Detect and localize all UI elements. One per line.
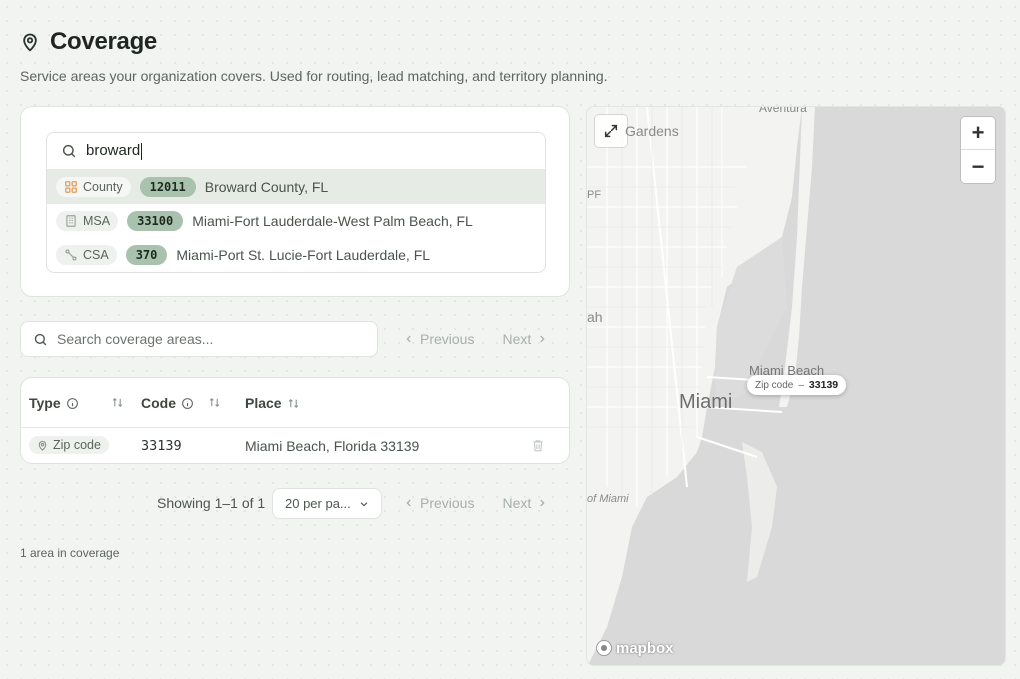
- sort-icon[interactable]: [208, 396, 221, 409]
- mapbox-logo: mapbox: [595, 639, 674, 657]
- column-place[interactable]: Place: [245, 395, 300, 411]
- mapbox-icon: [596, 640, 612, 656]
- zip-code-badge: Zip code: [29, 436, 109, 454]
- trash-icon[interactable]: [531, 438, 545, 453]
- marker-type: Zip code: [755, 379, 794, 391]
- area-search-combobox: broward County 12011 Broward County, FL …: [46, 132, 546, 273]
- page-title: Coverage: [50, 28, 157, 55]
- page-subtitle: Service areas your organization covers. …: [20, 68, 608, 84]
- marker-separator: –: [798, 379, 804, 391]
- search-icon: [62, 144, 76, 158]
- type-badge: CSA: [56, 245, 117, 265]
- chevron-right-icon: [540, 499, 545, 507]
- text-caret: [141, 142, 143, 160]
- column-code[interactable]: Code: [141, 395, 194, 411]
- next-button[interactable]: Next: [502, 495, 547, 511]
- sort-icon: [288, 398, 298, 408]
- search-result-msa[interactable]: MSA 33100 Miami-Fort Lauderdale-West Pal…: [47, 204, 545, 238]
- code-badge: 370: [125, 245, 168, 265]
- code-badge: 33100: [127, 211, 184, 231]
- search-icon: [34, 333, 47, 345]
- zoom-in-button[interactable]: +: [961, 117, 995, 150]
- info-icon: [66, 397, 78, 409]
- top-pagination: Previous Next: [404, 331, 547, 347]
- area-search-card: broward County 12011 Broward County, FL …: [20, 106, 570, 297]
- search-result-county[interactable]: County 12011 Broward County, FL: [47, 170, 545, 204]
- previous-button[interactable]: Previous: [404, 331, 474, 347]
- type-label: CSA: [83, 248, 109, 262]
- showing-text: Showing 1–1 of 1: [157, 495, 266, 511]
- info-icon: [182, 397, 193, 409]
- next-label: Next: [502, 495, 532, 511]
- page-header: Coverage: [20, 28, 157, 56]
- result-label: Miami-Port St. Lucie-Fort Lauderdale, FL: [176, 247, 431, 263]
- map-label-ah: ah: [587, 309, 603, 325]
- grid-icon: [65, 181, 77, 193]
- route-icon: [65, 249, 77, 261]
- marker-code: 33139: [808, 379, 839, 391]
- per-page-value: 20 per pa...: [285, 496, 351, 511]
- type-cell: Zip code: [29, 436, 109, 454]
- type-value: Zip code: [53, 438, 101, 452]
- previous-label: Previous: [420, 331, 475, 347]
- zip-code-marker[interactable]: Zip code – 33139: [747, 375, 847, 395]
- per-page-select[interactable]: 20 per pa...: [272, 488, 382, 519]
- map-label-pf: PF: [587, 189, 602, 201]
- table-header: Type Code Place: [21, 378, 569, 428]
- coverage-table: Type Code Place Zip code 33139 Miami Bea…: [20, 377, 570, 464]
- code-cell: 33139: [141, 438, 182, 454]
- chevron-right-icon: [540, 335, 545, 343]
- code-badge: 12011: [139, 177, 196, 197]
- type-badge: MSA: [56, 211, 119, 231]
- type-badge: County: [56, 177, 131, 197]
- bottom-pagination: Previous Next: [404, 495, 547, 511]
- coverage-search-field[interactable]: [20, 321, 378, 357]
- map-label-aventura: Aventura: [759, 106, 807, 115]
- zoom-out-button[interactable]: −: [961, 150, 995, 183]
- fullscreen-button[interactable]: [595, 115, 627, 147]
- previous-button[interactable]: Previous: [404, 495, 474, 511]
- map-label-miami: Miami: [679, 391, 733, 413]
- mapbox-attribution: mapbox: [616, 639, 674, 657]
- chevron-left-icon: [406, 335, 411, 343]
- table-row[interactable]: Zip code 33139 Miami Beach, Florida 3313…: [21, 428, 569, 463]
- type-label: MSA: [83, 214, 111, 228]
- chevron-left-icon: [406, 499, 411, 507]
- column-type-label: Type: [29, 395, 61, 411]
- building-icon: [66, 215, 76, 227]
- coverage-map[interactable]: + − Aventura Gardens PF ah Miami Beach M…: [586, 106, 1006, 666]
- column-type[interactable]: Type: [29, 395, 79, 411]
- result-label: Broward County, FL: [204, 179, 329, 195]
- column-code-label: Code: [141, 395, 176, 411]
- zoom-controls: + −: [961, 117, 995, 183]
- coverage-search-input[interactable]: [57, 331, 357, 347]
- area-search-value: broward: [86, 142, 141, 160]
- type-label: County: [83, 180, 123, 194]
- previous-label: Previous: [420, 495, 475, 511]
- place-cell: Miami Beach, Florida 33139: [245, 438, 420, 454]
- area-search-input[interactable]: broward: [47, 133, 545, 170]
- column-place-label: Place: [245, 395, 282, 411]
- sort-icon[interactable]: [111, 396, 124, 409]
- coverage-count: 1 area in coverage: [20, 546, 120, 560]
- map-label-gardens: Gardens: [625, 123, 679, 139]
- next-button[interactable]: Next: [502, 331, 547, 347]
- expand-icon: [604, 124, 618, 138]
- result-label: Miami-Fort Lauderdale-West Palm Beach, F…: [192, 213, 473, 229]
- map-pin-icon: [23, 33, 37, 52]
- map-label-of-miami: of Miami: [587, 493, 629, 505]
- map-pin-icon: [38, 440, 47, 451]
- chevron-down-icon: [360, 501, 368, 507]
- search-result-csa[interactable]: CSA 370 Miami-Port St. Lucie-Fort Lauder…: [47, 238, 545, 272]
- next-label: Next: [502, 331, 532, 347]
